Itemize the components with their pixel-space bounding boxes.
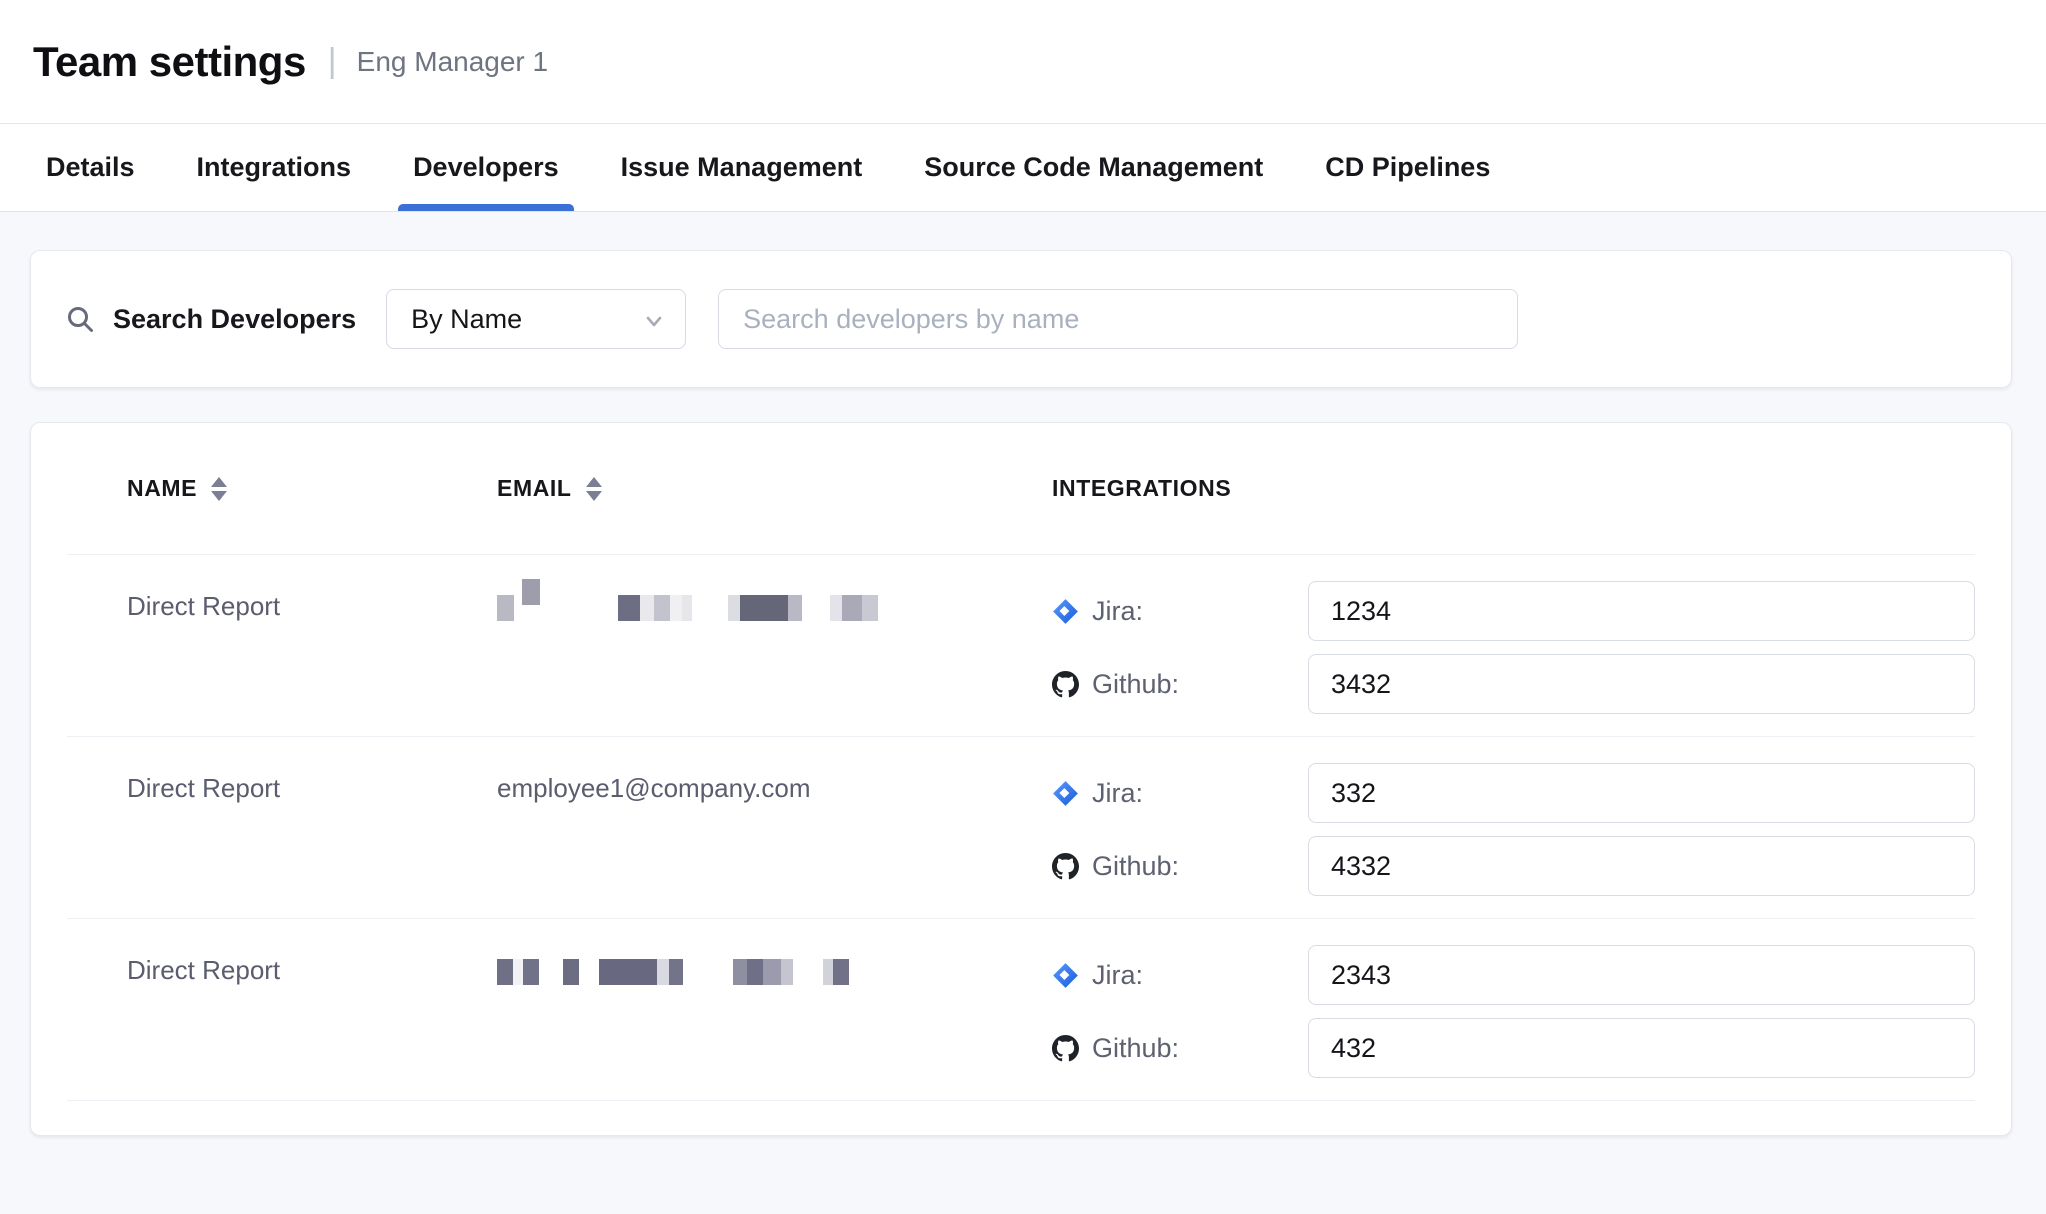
search-developers-label: Search Developers — [113, 304, 356, 335]
jira-icon — [1052, 598, 1079, 625]
developer-email: employee1@company.com — [497, 763, 1052, 896]
github-line: Github: — [1052, 1018, 1975, 1078]
page-title: Team settings — [33, 38, 306, 86]
github-icon — [1052, 671, 1079, 698]
title-separator: | — [328, 42, 337, 81]
row-divider — [67, 1100, 1975, 1101]
tab-details[interactable]: Details — [46, 124, 135, 211]
integrations-cell: Jira: Github: — [1052, 945, 1975, 1078]
jira-line: Jira: — [1052, 581, 1975, 641]
jira-line: Jira: — [1052, 945, 1975, 1005]
github-icon — [1052, 853, 1079, 880]
github-id-input[interactable] — [1308, 654, 1975, 714]
chevron-down-icon — [643, 308, 665, 330]
jira-label: Jira: — [1052, 778, 1308, 809]
github-line: Github: — [1052, 654, 1975, 714]
developer-email-redacted — [497, 945, 1052, 1078]
team-name-subtitle: Eng Manager 1 — [357, 46, 548, 78]
sort-icon-name[interactable] — [211, 477, 227, 501]
table-header-row: NAME EMAIL INTEGRATIONS — [31, 423, 2011, 554]
redacted-email — [497, 955, 1052, 985]
column-header-integrations: INTEGRATIONS — [1052, 475, 1975, 502]
jira-icon — [1052, 962, 1079, 989]
tab-developers[interactable]: Developers — [413, 124, 559, 211]
developers-table: NAME EMAIL INTEGRATIONS Direct Report — [30, 422, 2012, 1136]
github-label: Github: — [1052, 669, 1308, 700]
tab-cd-pipelines[interactable]: CD Pipelines — [1325, 124, 1490, 211]
sort-icon-email[interactable] — [586, 477, 602, 501]
developer-name: Direct Report — [97, 581, 497, 714]
search-filter-select[interactable]: By Name — [386, 289, 686, 349]
jira-id-input[interactable] — [1308, 763, 1975, 823]
jira-id-input[interactable] — [1308, 945, 1975, 1005]
redacted-email — [497, 591, 1052, 621]
jira-icon — [1052, 780, 1079, 807]
column-header-email: EMAIL — [497, 475, 1052, 502]
main-content: Search Developers By Name NAME EMAIL — [0, 212, 2046, 1136]
table-row: Direct Report employee1@company.com — [31, 737, 2011, 918]
column-header-name: NAME — [97, 475, 497, 502]
github-icon — [1052, 1035, 1079, 1062]
tab-integrations[interactable]: Integrations — [197, 124, 352, 211]
github-line: Github: — [1052, 836, 1975, 896]
search-input[interactable] — [718, 289, 1518, 349]
jira-label: Jira: — [1052, 960, 1308, 991]
github-label: Github: — [1052, 851, 1308, 882]
integrations-cell: Jira: Github: — [1052, 581, 1975, 714]
github-label: Github: — [1052, 1033, 1308, 1064]
search-filter-value: By Name — [411, 304, 522, 335]
developer-name: Direct Report — [97, 945, 497, 1078]
table-row: Direct Report — [31, 555, 2011, 736]
page-header: Team settings | Eng Manager 1 — [0, 0, 2046, 124]
search-developers-panel: Search Developers By Name — [30, 250, 2012, 388]
jira-line: Jira: — [1052, 763, 1975, 823]
tab-source-code-management[interactable]: Source Code Management — [924, 124, 1263, 211]
tab-bar: Details Integrations Developers Issue Ma… — [0, 124, 2046, 212]
table-row: Direct Report — [31, 919, 2011, 1100]
jira-id-input[interactable] — [1308, 581, 1975, 641]
developer-name: Direct Report — [97, 763, 497, 896]
github-id-input[interactable] — [1308, 836, 1975, 896]
integrations-cell: Jira: Github: — [1052, 763, 1975, 896]
tab-issue-management[interactable]: Issue Management — [621, 124, 863, 211]
github-id-input[interactable] — [1308, 1018, 1975, 1078]
jira-label: Jira: — [1052, 596, 1308, 627]
search-icon — [65, 304, 95, 334]
developer-email-redacted — [497, 581, 1052, 714]
